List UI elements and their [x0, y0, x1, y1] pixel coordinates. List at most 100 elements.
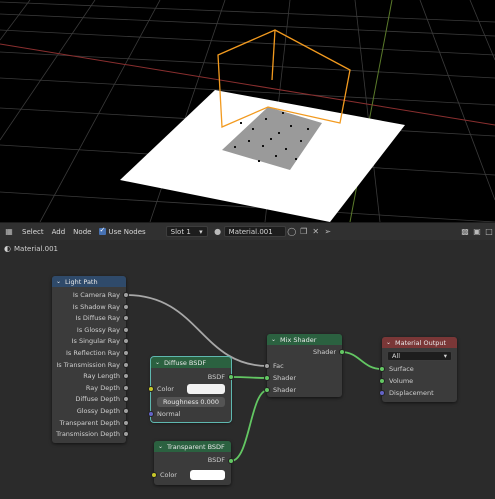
snap-icon[interactable]: ▣	[472, 227, 482, 237]
diffuse-normal-socket[interactable]	[148, 411, 154, 417]
material-name-field[interactable]: Material.001	[223, 226, 286, 237]
material-name: Material.001	[228, 227, 273, 236]
light-path-output-socket[interactable]	[123, 326, 129, 333]
transparent-color-label: Color	[160, 471, 177, 479]
light-path-output-label: Ray Length	[83, 372, 120, 381]
collapse-chevron-icon[interactable]: ⌄	[158, 443, 163, 450]
light-path-output-socket[interactable]	[123, 419, 129, 426]
mix-shader1-socket[interactable]	[264, 375, 270, 381]
pin-icon[interactable]: ➢	[323, 227, 333, 237]
diffuse-bsdf-output-socket[interactable]	[228, 374, 234, 380]
light-path-node[interactable]: ⌄ Light Path Is Camera Ray Is Shadow Ray I…	[52, 276, 129, 443]
backdrop-icon[interactable]: ▩	[460, 227, 470, 237]
light-path-output-label: Is Diffuse Ray	[75, 314, 120, 323]
light-path-output-label: Is Transmission Ray	[56, 360, 120, 369]
diffuse-color-socket[interactable]	[148, 386, 154, 392]
light-path-output-socket[interactable]	[123, 315, 129, 322]
mix-shader1-label: Shader	[273, 374, 297, 382]
menu-add[interactable]: Add	[48, 228, 70, 236]
diffuse-color-label: Color	[157, 385, 174, 393]
mix-shader2-socket[interactable]	[264, 387, 270, 393]
mix-fac-socket[interactable]	[264, 363, 270, 369]
light-path-output-socket[interactable]	[123, 373, 129, 380]
output-volume-socket[interactable]	[379, 378, 385, 384]
fake-user-shield-icon[interactable]: ◯	[287, 227, 297, 237]
chevron-down-icon: ▾	[199, 227, 203, 236]
menu-select[interactable]: Select	[18, 228, 48, 236]
light-path-output-socket[interactable]	[123, 396, 129, 403]
link-camera-to-fac	[125, 294, 269, 367]
transparent-output-label: BSDF	[207, 456, 225, 464]
collapse-chevron-icon[interactable]: ⌄	[386, 339, 391, 346]
viewport-scene	[0, 0, 495, 222]
output-surface-socket[interactable]	[379, 366, 385, 372]
collapse-chevron-icon[interactable]: ⌄	[271, 336, 276, 343]
light-path-header[interactable]: ⌄ Light Path	[52, 276, 126, 287]
slot-dropdown[interactable]: Slot 1 ▾	[165, 226, 208, 237]
output-surface-label: Surface	[389, 365, 414, 373]
use-nodes-label: Use Nodes	[108, 227, 146, 236]
collapse-chevron-icon[interactable]: ⌄	[155, 359, 160, 366]
light-path-output-socket[interactable]	[123, 350, 129, 356]
light-path-output-label: Is Glossy Ray	[76, 325, 120, 334]
link-diffuse-to-shader	[230, 376, 269, 379]
light-path-output-socket[interactable]	[123, 303, 129, 310]
checkbox-icon	[99, 226, 107, 235]
mix-fac-label: Fac	[273, 362, 284, 370]
light-path-output-label: Is Shadow Ray	[72, 302, 120, 311]
slot-value: Slot 1	[170, 227, 191, 236]
link-transparent-to-shader	[230, 389, 269, 462]
light-path-output-socket[interactable]	[123, 431, 129, 438]
node-title: Light Path	[65, 277, 98, 286]
use-nodes-checkbox[interactable]: Use Nodes	[95, 226, 149, 236]
light-path-output-label: Diffuse Depth	[75, 395, 120, 404]
node-title: Diffuse BSDF	[164, 358, 207, 367]
light-path-output-socket[interactable]	[123, 338, 129, 345]
light-path-output-label: Ray Depth	[85, 383, 120, 392]
diffuse-normal-label: Normal	[157, 410, 181, 418]
light-path-output-socket[interactable]	[123, 384, 129, 391]
target-value: All	[392, 352, 401, 360]
transparent-color-swatch[interactable]	[190, 470, 225, 480]
editor-type-icon[interactable]: ▦	[1, 227, 17, 237]
diffuse-bsdf-header[interactable]: ⌄ Diffuse BSDF	[151, 357, 231, 368]
diffuse-color-swatch[interactable]	[187, 384, 225, 394]
light-path-output-label: Is Camera Ray	[72, 291, 120, 299]
mix-output-label: Shader	[312, 348, 336, 356]
light-path-output-label: Transmission Depth	[56, 430, 120, 439]
menu-node[interactable]: Node	[69, 228, 95, 236]
target-dropdown[interactable]: All ▾	[387, 351, 452, 361]
roughness-label: Roughness	[163, 398, 199, 406]
mix-shader2-label: Shader	[273, 386, 297, 394]
transparent-color-socket[interactable]	[151, 472, 157, 478]
node-title: Material Output	[395, 338, 447, 347]
collapse-chevron-icon[interactable]: ⌄	[56, 278, 61, 285]
node-editor-canvas[interactable]: ⌄ Light Path Is Camera Ray Is Shadow Ray I…	[0, 240, 495, 499]
transparent-bsdf-header[interactable]: ⌄ Transparent BSDF	[154, 441, 231, 452]
unlink-icon[interactable]: ✕	[311, 227, 321, 237]
material-output-node[interactable]: ⌄ Material Output All ▾ Surface Volume D…	[379, 337, 457, 402]
output-displacement-socket[interactable]	[379, 390, 385, 396]
node-title: Transparent BSDF	[167, 442, 225, 451]
light-path-output-socket[interactable]	[123, 408, 129, 414]
light-path-output-socket[interactable]	[123, 361, 129, 368]
light-path-output-label: Glossy Depth	[76, 407, 120, 415]
overlay-icon[interactable]: □	[484, 227, 494, 237]
mix-shader-node[interactable]: ⌄ Mix Shader Shader Fac Shader Shader	[264, 334, 345, 397]
diffuse-output-label: BSDF	[207, 373, 225, 381]
transparent-bsdf-node[interactable]: ⌄ Transparent BSDF BSDF Color	[151, 441, 234, 485]
3d-viewport[interactable]	[0, 0, 495, 222]
node-editor-header: ▦ Select Add Node Use Nodes Slot 1 ▾ ● M…	[0, 222, 495, 240]
duplicate-icon[interactable]: ❐	[299, 227, 309, 237]
chevron-down-icon: ▾	[443, 352, 447, 360]
diffuse-bsdf-node[interactable]: ⌄ Diffuse BSDF BSDF Color Roughness 0.00…	[148, 356, 234, 423]
roughness-value: 0.000	[200, 398, 219, 406]
light-path-output-label: Is Singular Ray	[71, 337, 120, 346]
transparent-bsdf-output-socket[interactable]	[228, 458, 234, 464]
material-output-header[interactable]: ⌄ Material Output	[382, 337, 457, 348]
mix-shader-header[interactable]: ⌄ Mix Shader	[267, 334, 342, 345]
mix-shader-output-socket[interactable]	[339, 349, 345, 355]
light-path-output-socket[interactable]	[123, 292, 129, 298]
material-sphere-icon[interactable]: ●	[213, 227, 223, 237]
light-path-output-label: Is Reflection Ray	[66, 349, 120, 357]
